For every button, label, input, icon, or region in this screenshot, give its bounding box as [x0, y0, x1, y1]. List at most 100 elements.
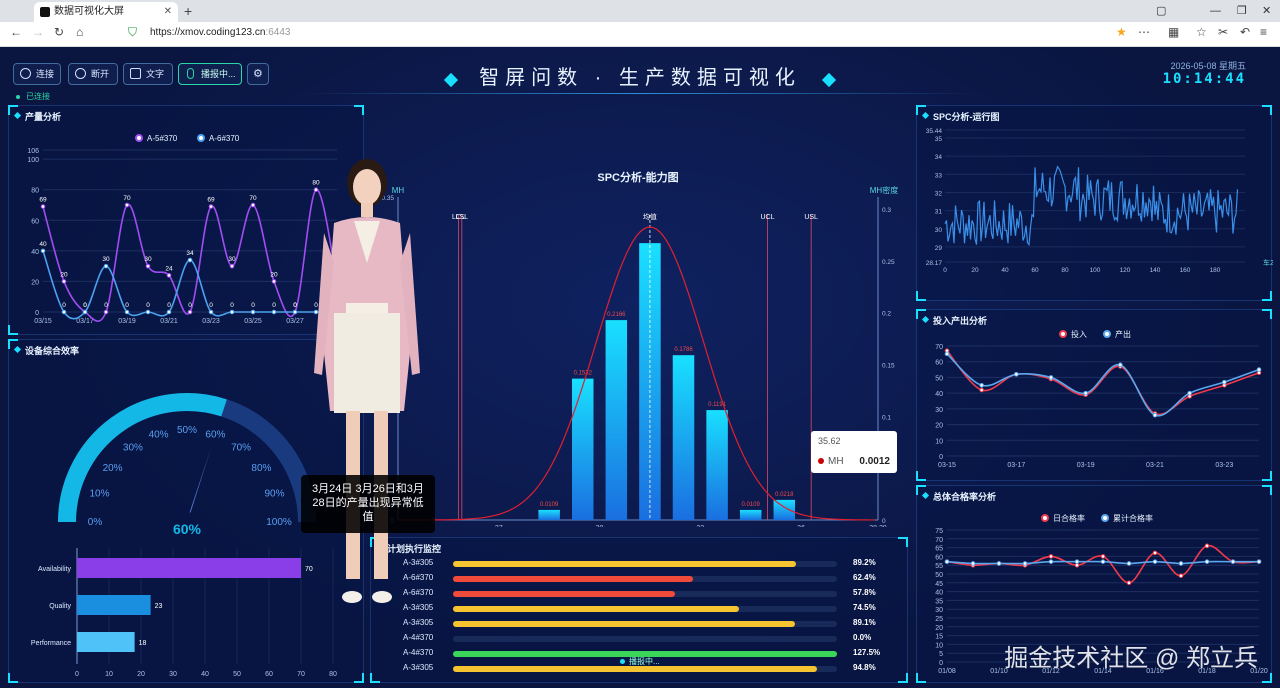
plan-row-percent: 89.1%: [853, 618, 876, 627]
x-tick-label: 03/27: [286, 318, 304, 325]
more-icon[interactable]: ⋯: [1138, 25, 1150, 39]
tools-icon[interactable]: ✂: [1218, 25, 1228, 39]
bar-value-label: 23: [155, 603, 163, 610]
y-tick-label: 34: [935, 154, 943, 161]
data-point: [1014, 371, 1019, 377]
new-tab-button[interactable]: +: [184, 0, 192, 22]
data-point: [1178, 561, 1184, 566]
tab-close-icon[interactable]: ✕: [164, 2, 172, 22]
x-tick-label: 70: [297, 671, 305, 678]
plan-progress-track: [453, 606, 837, 612]
legend-label: 日合格率: [1053, 513, 1085, 523]
forward-icon[interactable]: →: [32, 25, 44, 39]
data-point: [61, 279, 67, 284]
data-point: [187, 257, 193, 263]
disconnect-button[interactable]: 断开: [68, 63, 118, 85]
x-tick-label: 03/23: [202, 318, 220, 325]
y-tick-label: 45: [935, 581, 943, 588]
y-tick-label: 32: [935, 190, 943, 197]
y-tick-label: 0: [939, 660, 943, 667]
tab-list-icon[interactable]: ▢: [1156, 0, 1166, 22]
control-line-label: USL: [804, 214, 818, 221]
star-icon[interactable]: ★: [1116, 25, 1127, 39]
y2-tick-label: 0.2: [882, 311, 891, 318]
data-point: [1187, 390, 1192, 396]
legend-marker: [197, 134, 205, 142]
histogram-bar: [571, 378, 594, 520]
tab-title: 数据可视化大屏: [54, 6, 124, 17]
data-label: 0: [230, 302, 234, 309]
close-window-icon[interactable]: ✕: [1262, 0, 1271, 22]
shield-icon: ⛉: [128, 25, 138, 39]
settings-button[interactable]: ⚙: [247, 63, 269, 85]
tab-bar: 数据可视化大屏 ✕ + ▢ — ❐ ✕: [0, 0, 1280, 22]
io-panel: 投入产出分析 0 10 20 30 40 50 60 70 03-15 03-17 03-19 03-…: [916, 309, 1272, 481]
x-tick-label: 80: [329, 671, 337, 678]
category-label: Performance: [31, 640, 71, 647]
apps-icon[interactable]: ▦: [1168, 25, 1179, 39]
menu-icon[interactable]: ≡: [1260, 25, 1267, 39]
plan-progress-track: [453, 561, 837, 567]
data-point: [1126, 580, 1132, 586]
y-tick-label: 20: [935, 625, 943, 632]
data-point: [82, 309, 88, 315]
data-point: [1152, 412, 1158, 418]
data-point: [979, 382, 984, 388]
data-label: 0: [188, 302, 192, 309]
reload-icon[interactable]: ↻: [54, 25, 64, 39]
x-tick-label: 03-15: [938, 462, 956, 469]
plan-progress-fill: [453, 576, 693, 582]
y-tick-label: 75: [935, 528, 943, 535]
url-field[interactable]: https://xmov.coding123.cn:6443: [150, 27, 290, 38]
histogram-bar: [739, 509, 762, 520]
y-tick-label: 70: [935, 537, 943, 544]
connect-button[interactable]: 连接: [13, 63, 61, 85]
tab-dashboard[interactable]: 数据可视化大屏 ✕: [34, 2, 178, 22]
y-tick-label: 60: [935, 554, 943, 561]
x-tick-label: 27: [495, 525, 503, 527]
data-label: 30: [144, 256, 152, 263]
home-icon[interactable]: ⌂: [76, 25, 83, 39]
y-tick-label: 5: [939, 651, 943, 658]
plan-row: A-3#305 89.1%: [371, 618, 891, 630]
plan-progress-track: [453, 576, 837, 582]
plan-progress-fill: [453, 591, 675, 597]
gauge-fill: [58, 393, 227, 523]
y-tick-label: 40: [935, 391, 943, 398]
plan-progress-fill: [453, 621, 796, 627]
y-tick-label: 31: [935, 209, 943, 216]
data-point: [250, 309, 256, 315]
data-label: 0: [83, 302, 87, 309]
data-point: [271, 309, 277, 315]
data-label: 0: [293, 302, 297, 309]
browser-chrome: 数据可视化大屏 ✕ + ▢ — ❐ ✕ ← → ↻ ⌂ ⛉ https://xmo…: [0, 0, 1280, 47]
minimize-icon[interactable]: —: [1210, 0, 1221, 22]
plan-row-percent: 74.5%: [853, 603, 876, 612]
broadcast-button[interactable]: 播报中...: [178, 63, 242, 85]
data-point: [250, 202, 256, 208]
data-point: [944, 351, 950, 357]
category-label: Availability: [38, 566, 71, 573]
plan-row-percent: 0.0%: [853, 633, 872, 642]
data-label: 0: [251, 302, 255, 309]
maximize-icon[interactable]: ❐: [1237, 0, 1247, 22]
spc-run-chart[interactable]: 28.17 29 30 31 32 33 34 3535.44 0 20 40 60 80 100 120 1…: [917, 106, 1273, 302]
bookmarks-icon[interactable]: ☆: [1196, 25, 1207, 39]
y-tick-label: 106: [27, 148, 39, 155]
back-icon[interactable]: ←: [10, 25, 22, 39]
data-point: [40, 248, 46, 254]
legend-label: 产出: [1115, 329, 1131, 339]
data-point: [166, 309, 172, 315]
disconnect-label: 断开: [91, 69, 110, 79]
text-button[interactable]: 文字: [123, 63, 173, 85]
x-tick-label: 03-21: [1146, 462, 1164, 469]
data-point: [145, 309, 151, 315]
data-point: [1100, 554, 1106, 559]
y-tick-label: 40: [31, 249, 39, 256]
y-tick-label: 30: [935, 227, 943, 234]
history-icon[interactable]: ↶: [1240, 25, 1250, 39]
x-tick-label: 0: [943, 267, 947, 274]
density-curve: [397, 226, 875, 521]
x-tick-label: 40: [201, 671, 209, 678]
io-chart[interactable]: 0 10 20 30 40 50 60 70 03-15 03-17 03-19 03-21 03-23…: [917, 310, 1273, 482]
